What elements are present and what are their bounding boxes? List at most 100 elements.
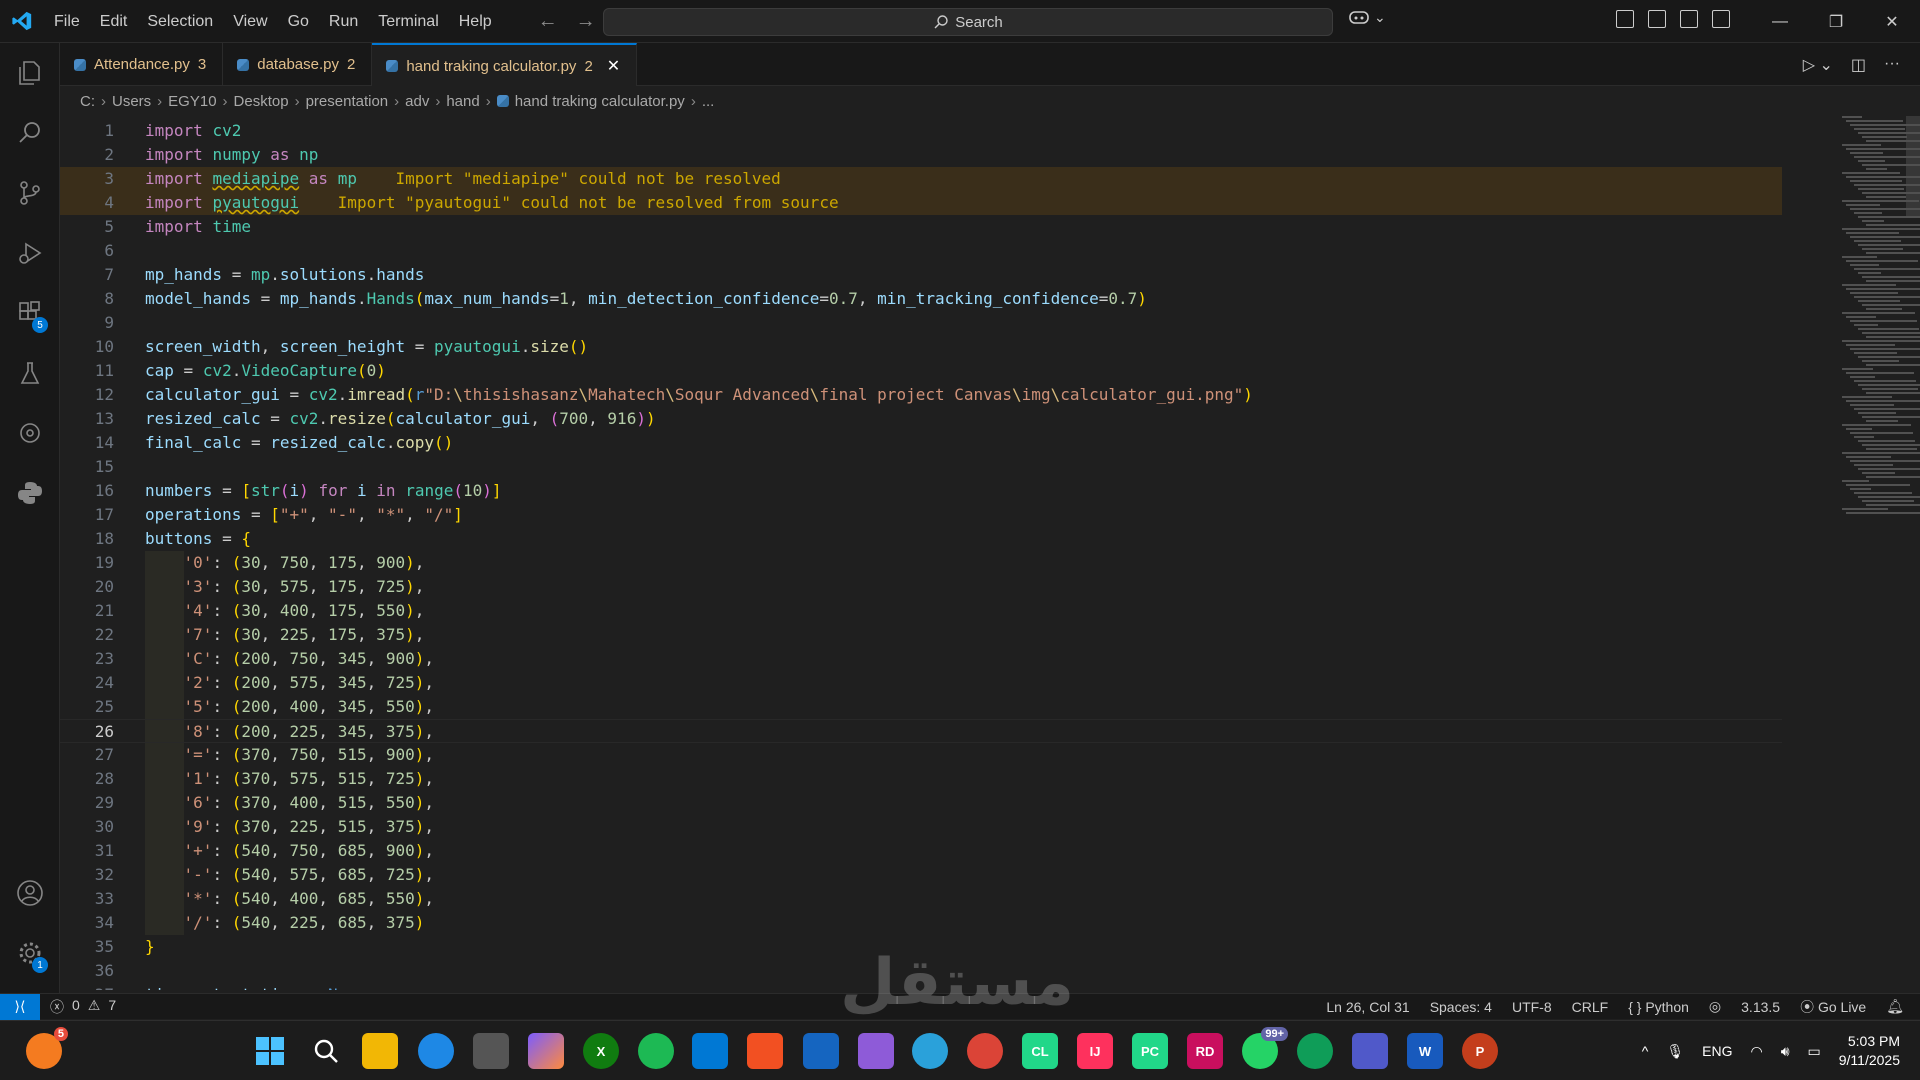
copilot-status-icon[interactable]: ◎ [1709,998,1721,1015]
code-line[interactable]: 12 calculator_gui = cv2.imread(r"D:\thisi… [60,383,1782,407]
pycharm-icon[interactable]: PC [1132,1033,1168,1069]
input-language[interactable]: ENG [1702,1043,1732,1059]
toggle-secondary-sidebar-icon[interactable] [1712,10,1730,28]
code-line[interactable]: 19 '0': (30, 750, 175, 900), [60,551,1782,575]
code-line[interactable]: 24 '2': (200, 575, 345, 725), [60,671,1782,695]
code-line[interactable]: 21 '4': (30, 400, 175, 550), [60,599,1782,623]
language-mode[interactable]: { } Python [1628,999,1689,1015]
code-line[interactable]: 5 import time [60,215,1782,239]
powerpoint-icon[interactable]: P [1462,1033,1498,1069]
code-line[interactable]: 11 cap = cv2.VideoCapture(0) [60,359,1782,383]
code-line[interactable]: 15 [60,455,1782,479]
breadcrumb-item[interactable]: Desktop [234,93,289,110]
app-icon-hex[interactable] [473,1033,509,1069]
run-python-file-icon[interactable]: ▷ ⌄ [1803,55,1833,75]
chrome-profile-icon[interactable] [1297,1033,1333,1069]
code-editor[interactable]: 1 import cv2 2 import numpy as np 3 import me… [60,116,1920,990]
code-line[interactable]: 25 '5': (200, 400, 345, 550), [60,695,1782,719]
code-line[interactable]: 20 '3': (30, 575, 175, 725), [60,575,1782,599]
code-line[interactable]: 17 operations = ["+", "-", "*", "/"] [60,503,1782,527]
menu-view[interactable]: View [223,0,277,43]
tab-attendance[interactable]: Attendance.py 3 [60,43,224,86]
cursor-position[interactable]: Ln 26, Col 31 [1326,999,1409,1015]
code-line[interactable]: 26 '8': (200, 225, 345, 375), [60,719,1782,743]
restore-icon[interactable]: ❐ [1808,0,1864,43]
source-control-icon[interactable] [0,163,60,223]
code-line[interactable]: 33 '*': (540, 400, 685, 550), [60,887,1782,911]
teams-icon[interactable] [1352,1033,1388,1069]
chevron-up-icon[interactable]: ^ [1642,1043,1649,1059]
code-line[interactable]: 6 [60,239,1782,263]
breadcrumb-item[interactable]: presentation [306,93,389,110]
encoding[interactable]: UTF-8 [1512,999,1552,1015]
microphone-icon[interactable]: 🎙︎ [1666,1043,1684,1060]
problems-indicator[interactable]: ⓧ 0 ⚠ 7 [50,997,116,1017]
testing-flask-icon[interactable] [0,343,60,403]
minimize-icon[interactable]: — [1752,0,1808,43]
close-tab-icon[interactable]: ✕ [607,56,620,76]
code-line[interactable]: 27 '=': (370, 750, 515, 900), [60,743,1782,767]
python-version[interactable]: 3.13.5 [1741,999,1780,1015]
remote-explorer-icon[interactable] [0,403,60,463]
python-icon[interactable] [0,463,60,523]
code-line[interactable]: 7 mp_hands = mp.solutions.hands [60,263,1782,287]
search-view-icon[interactable] [0,103,60,163]
intellij-icon[interactable]: IJ [1077,1033,1113,1069]
code-line[interactable]: 23 'C': (200, 750, 345, 900), [60,647,1782,671]
breadcrumb-item[interactable]: ... [702,93,715,110]
weather-widget-icon[interactable]: 5 [26,1027,68,1069]
vertical-scrollbar[interactable] [1906,116,1920,216]
tab-database[interactable]: database.py 2 [223,43,373,86]
toggle-primary-sidebar-icon[interactable] [1648,10,1666,28]
menu-help[interactable]: Help [449,0,502,43]
remote-indicator-icon[interactable]: ⟩⟨ [0,993,40,1020]
accounts-icon[interactable] [0,863,60,923]
visual-studio-icon[interactable] [858,1033,894,1069]
clock[interactable]: 5:03 PM 9/11/2025 [1839,1032,1900,1070]
menu-go[interactable]: Go [278,0,319,43]
extensions-icon[interactable]: 5 [0,283,60,343]
customize-layout-icon[interactable] [1616,10,1634,28]
code-line[interactable]: 22 '7': (30, 225, 175, 375), [60,623,1782,647]
edge-browser-icon[interactable] [418,1033,454,1069]
code-line[interactable]: 28 '1': (370, 575, 515, 725), [60,767,1782,791]
code-line[interactable]: 2 import numpy as np [60,143,1782,167]
breadcrumb-item[interactable]: hand [446,93,479,110]
code-line[interactable]: 10 screen_width, screen_height = pyautogu… [60,335,1782,359]
app-icon-blue[interactable] [803,1033,839,1069]
code-line[interactable]: 13 resized_calc = cv2.resize(calculator_g… [60,407,1782,431]
xbox-icon[interactable]: X [583,1033,619,1069]
menu-run[interactable]: Run [319,0,368,43]
taskbar-search-icon[interactable] [308,1033,344,1069]
forward-arrow-icon[interactable]: → [576,10,596,33]
code-line[interactable]: 4 import pyautogui Import "pyautogui" cou… [60,191,1782,215]
go-live-button[interactable]: ⦿ Go Live [1800,997,1866,1017]
code-line[interactable]: 31 '+': (540, 750, 685, 900), [60,839,1782,863]
command-center-search[interactable]: Search [603,8,1333,36]
code-line[interactable]: 3 import mediapipe as mp Import "mediapip… [60,167,1782,191]
breadcrumb-item[interactable]: C: [80,93,95,110]
whatsapp-icon[interactable]: 99+ [1242,1027,1288,1069]
end-of-line[interactable]: CRLF [1572,999,1609,1015]
breadcrumb-item[interactable]: adv [405,93,429,110]
code-line[interactable]: 29 '6': (370, 400, 515, 550), [60,791,1782,815]
battery-icon[interactable]: ▭ [1808,1043,1821,1060]
menu-terminal[interactable]: Terminal [368,0,448,43]
breadcrumb-item[interactable]: EGY10 [168,93,216,110]
split-editor-icon[interactable]: ◫ [1851,55,1866,75]
breadcrumb-item[interactable]: hand traking calculator.py [515,93,685,110]
more-actions-icon[interactable]: ··· [1884,55,1900,75]
breadcrumb-item[interactable]: Users [112,93,151,110]
menu-edit[interactable]: Edit [90,0,138,43]
code-line[interactable]: 1 import cv2 [60,119,1782,143]
notifications-bell-icon[interactable]: 🔔︎ [1886,998,1904,1015]
code-line[interactable]: 9 [60,311,1782,335]
microsoft-store-icon[interactable] [747,1033,783,1069]
windows-start-icon[interactable] [252,1033,288,1069]
code-line[interactable]: 18 buttons = { [60,527,1782,551]
rider-icon[interactable]: RD [1187,1033,1223,1069]
telegram-icon[interactable] [912,1033,948,1069]
tab-hand-traking-calculator[interactable]: hand traking calculator.py 2 ✕ [372,43,638,87]
run-debug-icon[interactable] [0,223,60,283]
explorer-icon[interactable] [0,43,60,103]
